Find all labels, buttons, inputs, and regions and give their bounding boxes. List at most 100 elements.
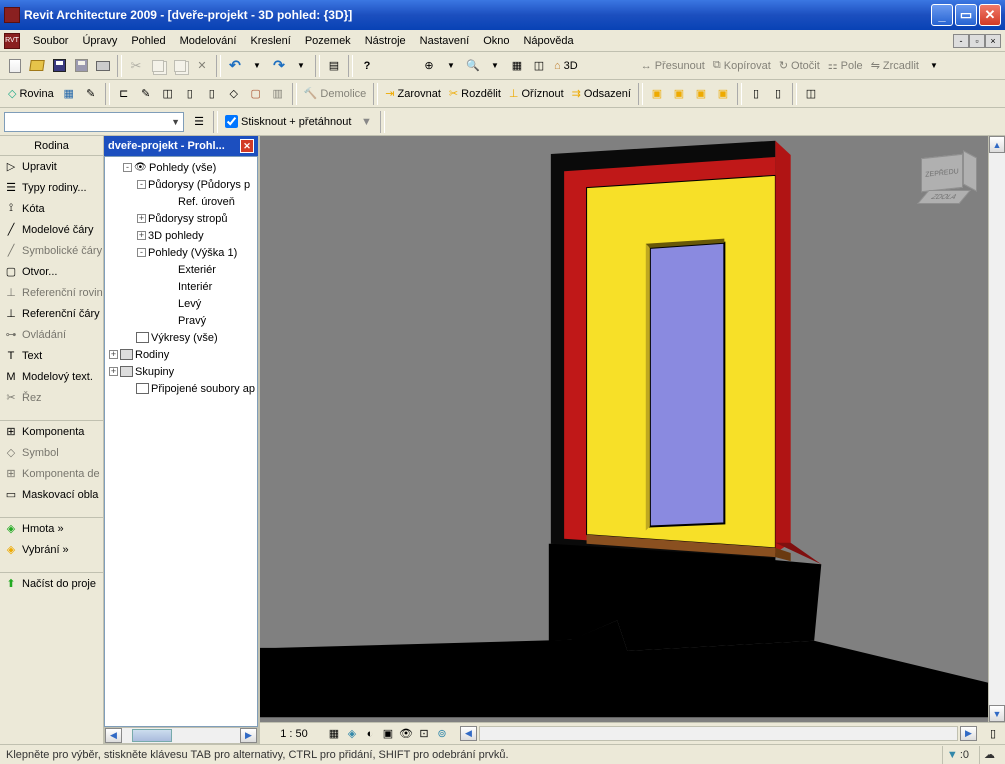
menu-kresleni[interactable]: Kreslení: [243, 33, 297, 49]
mdi-minimize-button[interactable]: -: [953, 34, 969, 48]
save-button[interactable]: [48, 55, 70, 77]
design-bar-item[interactable]: ╱Modelové čáry: [0, 219, 103, 240]
design-bar-item[interactable]: ◈Vybrání »: [0, 539, 103, 560]
crop-button[interactable]: ▣: [380, 726, 396, 742]
open-button[interactable]: [26, 55, 48, 77]
align-button[interactable]: ⇥Zarovnat: [381, 83, 445, 105]
tree-expander[interactable]: +: [109, 350, 118, 359]
view-vscrollbar[interactable]: ▲ ▼: [988, 136, 1005, 722]
tool-b8[interactable]: ▢: [245, 83, 267, 105]
view-cube[interactable]: ZEPŘEDU ZDOLA: [913, 148, 975, 210]
array-button[interactable]: ⚏Pole: [824, 55, 867, 77]
tree-node[interactable]: - Pohledy (Výška 1): [105, 244, 257, 261]
undo-dropdown[interactable]: ▼: [246, 55, 268, 77]
cube-face-bottom[interactable]: ZDOLA: [917, 190, 971, 204]
design-bar-item[interactable]: ⬆Načíst do proje: [0, 573, 103, 594]
design-bar-item[interactable]: TText: [0, 345, 103, 366]
tool-b3[interactable]: ✎: [135, 83, 157, 105]
view-hscroll-track[interactable]: [479, 726, 958, 741]
trim-button[interactable]: ⊥Oříznout: [505, 83, 568, 105]
mirror-button[interactable]: ⇋Zrcadlit: [867, 55, 923, 77]
minimize-button[interactable]: _: [931, 4, 953, 26]
tree-node[interactable]: Exteriér: [105, 261, 257, 278]
tool-b4[interactable]: ◫: [157, 83, 179, 105]
design-bar-item[interactable]: ▷Upravit: [0, 156, 103, 177]
tree-node[interactable]: Pravý: [105, 312, 257, 329]
undo-button[interactable]: ↶: [224, 55, 246, 77]
paste-button[interactable]: [169, 55, 191, 77]
design-bar-item[interactable]: ☰Typy rodiny...: [0, 177, 103, 198]
copy-button[interactable]: [147, 55, 169, 77]
wireframe-button[interactable]: ◫: [528, 55, 550, 77]
tree-node[interactable]: + Půdorysy stropů: [105, 210, 257, 227]
tree-expander[interactable]: -: [123, 163, 132, 172]
copy-tool-button[interactable]: ⧉Kopírovat: [709, 55, 775, 77]
tool-c6[interactable]: ▯: [767, 83, 789, 105]
saveall-button[interactable]: [70, 55, 92, 77]
tree-view[interactable]: -👁 Pohledy (vše)- Půdorysy (Půdorys p Re…: [104, 156, 258, 727]
tree-expander[interactable]: +: [109, 367, 118, 376]
zoom-dd2[interactable]: ▼: [484, 55, 506, 77]
browser-tab[interactable]: dveře-projekt - Prohl... ✕: [104, 136, 258, 156]
delete-button[interactable]: ✕: [191, 55, 213, 77]
tree-node[interactable]: + Rodiny: [105, 346, 257, 363]
tree-expander[interactable]: +: [137, 231, 146, 240]
tool-c2[interactable]: ▣: [668, 83, 690, 105]
demolish-button[interactable]: 🔨Demolice: [300, 83, 371, 105]
tool-b1[interactable]: ✎: [80, 83, 102, 105]
extra-button[interactable]: ⊚: [434, 726, 450, 742]
vscroll-track[interactable]: [989, 153, 1005, 705]
scroll-down-button[interactable]: ▼: [989, 705, 1005, 722]
design-bar-item[interactable]: ⊥Referenční čáry: [0, 303, 103, 324]
3d-view-button[interactable]: ⌂3D: [550, 55, 582, 77]
view-menu-button[interactable]: ▯: [985, 726, 1001, 742]
close-button[interactable]: ✕: [979, 4, 1001, 26]
cube-face-side[interactable]: [963, 150, 977, 191]
tool-c5[interactable]: ▯: [745, 83, 767, 105]
design-bar-item[interactable]: ⟟Kóta: [0, 198, 103, 219]
redo-dropdown[interactable]: ▼: [290, 55, 312, 77]
press-drag-checkbox[interactable]: Stisknout + přetáhnout: [221, 115, 355, 128]
checkbox-input[interactable]: [225, 115, 238, 128]
design-bar-item[interactable]: ⊞Komponenta: [0, 421, 103, 442]
tree-hscrollbar[interactable]: ◀ ▶: [104, 727, 258, 744]
zoom-extents-button[interactable]: ⊕: [418, 55, 440, 77]
properties-button[interactable]: ▤: [323, 55, 345, 77]
split-button[interactable]: ✂Rozdělit: [445, 83, 505, 105]
scroll-right-button[interactable]: ▶: [240, 728, 257, 743]
new-button[interactable]: [4, 55, 26, 77]
tree-node[interactable]: Ref. úroveň: [105, 193, 257, 210]
thin-lines-button[interactable]: ▦: [506, 55, 528, 77]
menu-nastroje[interactable]: Nástroje: [358, 33, 413, 49]
design-bar-item[interactable]: ◈Hmota »: [0, 518, 103, 539]
tree-expander[interactable]: +: [137, 214, 146, 223]
tool-b7[interactable]: ◇: [223, 83, 245, 105]
tree-node[interactable]: -👁 Pohledy (vše): [105, 159, 257, 176]
redo-button[interactable]: ↷: [268, 55, 290, 77]
tool-b5[interactable]: ▯: [179, 83, 201, 105]
tree-node[interactable]: + 3D pohledy: [105, 227, 257, 244]
menu-pohled[interactable]: Pohled: [124, 33, 172, 49]
scroll-left-button[interactable]: ◀: [105, 728, 122, 743]
element-properties-button[interactable]: ☰: [188, 111, 210, 133]
scroll-thumb[interactable]: [132, 729, 172, 742]
scroll-up-button[interactable]: ▲: [989, 136, 1005, 153]
cube-face-front[interactable]: ZEPŘEDU: [921, 154, 963, 192]
type-selector[interactable]: ▼: [4, 112, 184, 132]
design-bar-item[interactable]: ▢Otvor...: [0, 261, 103, 282]
move-button[interactable]: ↔Přesunout: [637, 55, 709, 77]
shadows-button[interactable]: ◐: [362, 726, 378, 742]
help-button[interactable]: ?: [356, 55, 378, 77]
plane-button[interactable]: ◇Rovina: [4, 83, 58, 105]
menu-upravy[interactable]: Úpravy: [75, 33, 124, 49]
tool-b6[interactable]: ▯: [201, 83, 223, 105]
grid-button[interactable]: ▦: [58, 83, 80, 105]
hscroll-right-button[interactable]: ▶: [960, 726, 977, 741]
tree-node[interactable]: + Skupiny: [105, 363, 257, 380]
menu-napoveda[interactable]: Nápověda: [516, 33, 580, 49]
design-bar-item[interactable]: MModelový text.: [0, 366, 103, 387]
tool-c7[interactable]: ◫: [800, 83, 822, 105]
tree-node[interactable]: Interiér: [105, 278, 257, 295]
tool-c4[interactable]: ▣: [712, 83, 734, 105]
maximize-button[interactable]: ▭: [955, 4, 977, 26]
